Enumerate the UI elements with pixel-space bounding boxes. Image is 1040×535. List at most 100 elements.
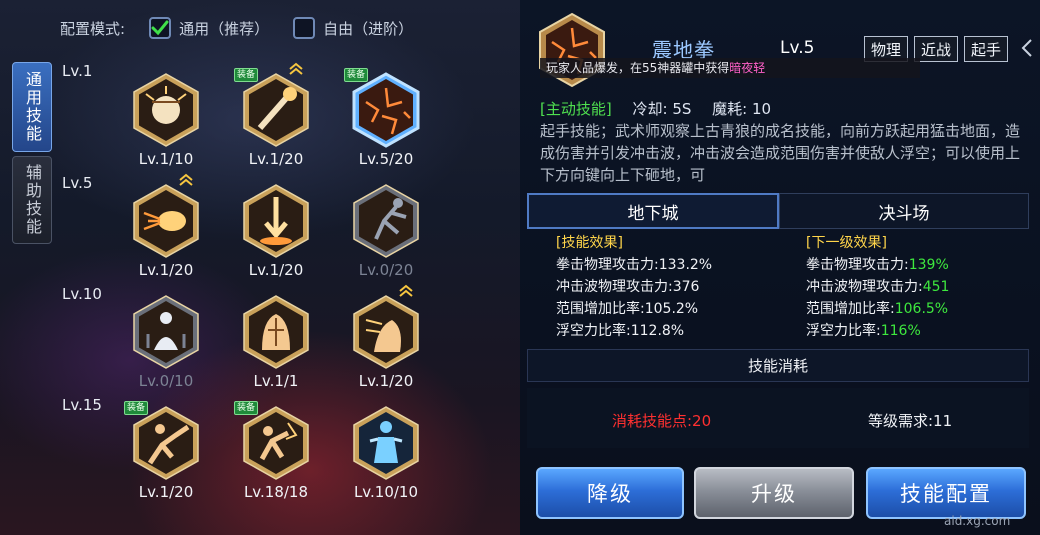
stat-label: 冲击波物理攻击力: <box>806 279 923 295</box>
stat-value: 116% <box>880 323 921 339</box>
tab-arena[interactable]: 决斗场 <box>779 193 1029 229</box>
earthquake-fist-icon <box>352 72 420 148</box>
tooltip-highlight: 暗夜轻 <box>729 61 766 75</box>
muscle-body-icon <box>243 295 309 369</box>
stat-line: 范围增加比率:105.2% <box>556 301 699 317</box>
skill-slot[interactable]: Lv.1/20 <box>126 173 206 293</box>
skill-level-text: Lv.1/20 <box>248 261 304 279</box>
meditation-icon <box>133 295 199 369</box>
skill-mana: 魔耗: 10 <box>712 100 772 118</box>
stat-label: 范围增加比率: <box>806 301 895 317</box>
skill-tag: 起手 <box>964 36 1009 62</box>
current-effect: [技能效果] 拳击物理攻击力:133.2% 冲击波物理攻击力:376 范围增加比… <box>556 232 796 342</box>
skill-slot[interactable]: Lv.1/1 <box>236 294 316 404</box>
downward-strike-icon <box>243 184 309 258</box>
stat-line: 冲击波物理攻击力:451 <box>806 276 1040 298</box>
stat-value: 139% <box>908 257 949 273</box>
general-checkbox[interactable] <box>149 17 172 39</box>
fury-punch-icon <box>243 406 309 480</box>
watermark: aid.xg.com <box>944 514 1011 528</box>
skill-level-text: Lv.1/20 <box>248 150 304 168</box>
skill-slot[interactable]: Lv.1/20 装备 <box>234 62 316 182</box>
skill-slot[interactable]: Lv.0/20 <box>346 183 426 293</box>
stat-label: 浮空力比率: <box>806 323 881 339</box>
equipped-badge: 装备 <box>344 68 369 82</box>
skill-level-text: Lv.1/1 <box>253 372 299 390</box>
skill-slot[interactable]: Lv.1/10 <box>126 72 206 182</box>
skill-level-text: Lv.18/18 <box>243 483 309 501</box>
skill-point-cost: 消耗技能点:20 <box>612 412 712 430</box>
stat-line: 浮空力比率:112.8% <box>556 323 685 339</box>
skill-slot[interactable]: Lv.10/10 <box>346 405 426 515</box>
flying-kick-icon <box>133 406 199 480</box>
skill-slot[interactable]: Lv.1/20 装备 <box>124 401 206 515</box>
stat-line: 范围增加比率:106.5% <box>806 298 1040 320</box>
skill-level-text: Lv.0/20 <box>358 261 414 279</box>
stat-value: 451 <box>922 279 950 295</box>
config-option-free[interactable]: 自由（进阶） <box>293 17 413 39</box>
level-row-label: Lv.5 <box>62 174 93 192</box>
skill-level-text: Lv.0/10 <box>138 372 194 390</box>
skill-cost-title: 技能消耗 <box>527 349 1029 382</box>
current-effect-title: [技能效果] <box>556 235 623 251</box>
level-requirement: 等级需求:11 <box>868 412 953 430</box>
stat-label: 拳击物理攻击力: <box>806 257 909 273</box>
fireball-punch-icon <box>133 184 199 258</box>
upgrade-arrow-icon <box>289 62 303 75</box>
config-mode-label: 配置模式: <box>60 19 126 38</box>
skill-config-button[interactable]: 技能配置 <box>866 467 1026 519</box>
downgrade-button[interactable]: 降级 <box>536 467 684 519</box>
fighter-stance-icon <box>353 184 419 258</box>
stat-line: 冲击波物理攻击力:376 <box>556 279 700 295</box>
skill-level-text: Lv.1/20 <box>138 261 194 279</box>
skill-slot[interactable]: Lv.5/20 装备 <box>344 68 426 182</box>
skill-cost-body <box>527 388 1029 448</box>
upgrade-arrow-icon <box>399 284 413 297</box>
broadcast-tooltip: 玩家人品爆发，在55神器罐中获得暗夜轻 <box>540 58 920 78</box>
tooltip-text: 玩家人品爆发，在55神器罐中获得 <box>546 61 730 75</box>
skill-level-text: Lv.10/10 <box>353 483 419 501</box>
equipped-badge: 装备 <box>234 401 259 415</box>
skill-level: Lv.5 <box>780 38 815 58</box>
skill-type: [主动技能] <box>540 100 612 118</box>
tab-support-skills[interactable]: 辅助技能 <box>12 156 52 244</box>
skill-level-text: Lv.1/20 <box>358 372 414 390</box>
back-strike-icon <box>353 295 419 369</box>
tab-general-skills[interactable]: 通用技能 <box>12 62 52 152</box>
skill-slot[interactable]: Lv.1/20 <box>236 183 316 293</box>
skill-description-box: [主动技能] 冷却: 5S 魔耗: 10 起手技能；武术师观察上古青狼的成名技能… <box>532 94 1028 186</box>
stat-line: 拳击物理攻击力:133.2% <box>556 257 713 273</box>
chevron-left-icon[interactable] <box>1020 38 1034 58</box>
stat-value: 106.5% <box>894 301 949 317</box>
config-option-general[interactable]: 通用（推荐） <box>149 17 269 39</box>
free-option-label: 自由（进阶） <box>323 19 414 38</box>
equipped-badge: 装备 <box>234 68 259 82</box>
mode-tabs: 地下城 决斗场 <box>527 193 1029 229</box>
skill-slot[interactable]: Lv.1/20 <box>346 284 426 404</box>
level-row-label: Lv.15 <box>62 396 102 414</box>
general-option-label: 通用（推荐） <box>179 19 270 38</box>
next-effect: [下一级效果] 拳击物理攻击力:139% 冲击波物理攻击力:451 范围增加比率… <box>806 232 1040 342</box>
skill-level-text: Lv.1/10 <box>138 150 194 168</box>
hammer-punch-icon <box>243 73 309 147</box>
skill-tag: 近战 <box>914 36 959 62</box>
next-effect-title: [下一级效果] <box>806 235 887 251</box>
spirit-body-icon <box>353 406 419 480</box>
check-icon <box>151 20 169 36</box>
skill-cooldown: 冷却: 5S <box>632 100 692 118</box>
skill-level-text: Lv.1/20 <box>138 483 194 501</box>
level-row-label: Lv.10 <box>62 285 102 303</box>
stat-line: 浮空力比率:116% <box>806 320 1040 342</box>
fist-icon <box>133 73 199 147</box>
level-row-label: Lv.1 <box>62 62 93 80</box>
equipped-badge: 装备 <box>124 401 149 415</box>
upgrade-arrow-icon <box>179 173 193 186</box>
stat-line: 拳击物理攻击力:139% <box>806 254 1040 276</box>
free-checkbox[interactable] <box>293 17 316 39</box>
upgrade-button[interactable]: 升级 <box>694 467 854 519</box>
skill-slot[interactable]: Lv.18/18 装备 <box>234 401 316 515</box>
skill-description: 起手技能；武术师观察上古青狼的成名技能，向前方跃起用猛击地面，造成伤害并引发冲击… <box>540 122 1021 184</box>
skill-slot[interactable]: Lv.0/10 <box>126 294 206 404</box>
skill-level-text: Lv.5/20 <box>358 150 414 168</box>
tab-dungeon[interactable]: 地下城 <box>527 193 779 229</box>
